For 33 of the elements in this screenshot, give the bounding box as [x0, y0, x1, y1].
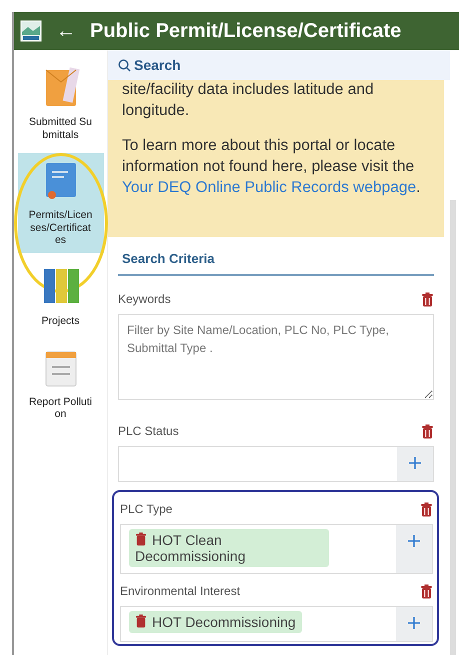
- back-button[interactable]: ←: [52, 16, 80, 46]
- plus-icon: [409, 457, 421, 470]
- notice-text: site/facility data includes latitude and longitude.: [122, 80, 375, 121]
- sidebar-item[interactable]: Permits/Licenses/Certificates: [18, 153, 104, 253]
- delete-icon[interactable]: [421, 292, 434, 307]
- delete-icon[interactable]: [135, 614, 147, 628]
- delete-icon[interactable]: [421, 424, 434, 439]
- sidebar-item[interactable]: Submitted Submittals: [18, 60, 104, 148]
- scrollbar[interactable]: [450, 200, 456, 655]
- delete-icon[interactable]: [420, 584, 433, 599]
- field-label: Environmental Interest: [120, 583, 240, 600]
- section-title: Search Criteria: [118, 248, 434, 276]
- sidebar-item[interactable]: Report Pollution: [18, 340, 104, 427]
- search-tab[interactable]: Search: [108, 50, 450, 80]
- select-field[interactable]: [118, 446, 434, 482]
- delete-icon[interactable]: [135, 532, 147, 546]
- delete-icon[interactable]: [420, 502, 433, 517]
- search-icon: [118, 58, 131, 72]
- select-field[interactable]: HOT Clean Decommissioning: [120, 524, 433, 574]
- sidebar-item[interactable]: Projects: [18, 258, 104, 334]
- plus-icon: [408, 535, 420, 548]
- notice-text: To learn more about this portal or locate information not found here, please visit the Your DEQ Online Public Records webpage.: [122, 136, 422, 198]
- field-label: PLC Type: [120, 501, 172, 518]
- select-field[interactable]: HOT Decommissioning: [120, 606, 433, 642]
- records-link[interactable]: Your DEQ Online Public Records webpage: [122, 178, 416, 196]
- plus-icon: [408, 617, 420, 630]
- logo-icon: [20, 20, 42, 42]
- selected-chip[interactable]: HOT Decommissioning: [129, 611, 302, 634]
- field-label: PLC Status: [118, 423, 179, 440]
- selected-chip[interactable]: HOT Clean Decommissioning: [129, 529, 329, 568]
- field-label: Keywords: [118, 291, 171, 308]
- keywords-field[interactable]: Filter by Site Name/Location, PLC No, PLC Type, Submittal Type .: [118, 314, 434, 400]
- page-title: Public Permit/License/Certificate: [90, 19, 402, 44]
